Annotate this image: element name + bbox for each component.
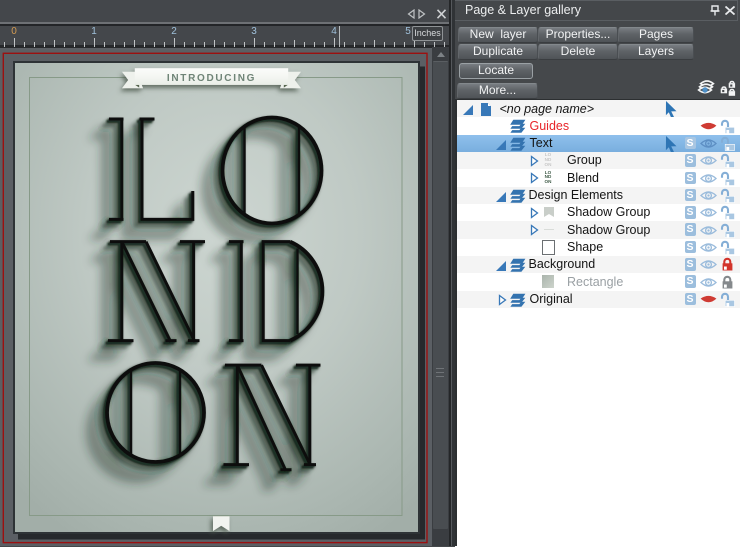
svg-text:INTRODUCING: INTRODUCING: [167, 73, 256, 84]
